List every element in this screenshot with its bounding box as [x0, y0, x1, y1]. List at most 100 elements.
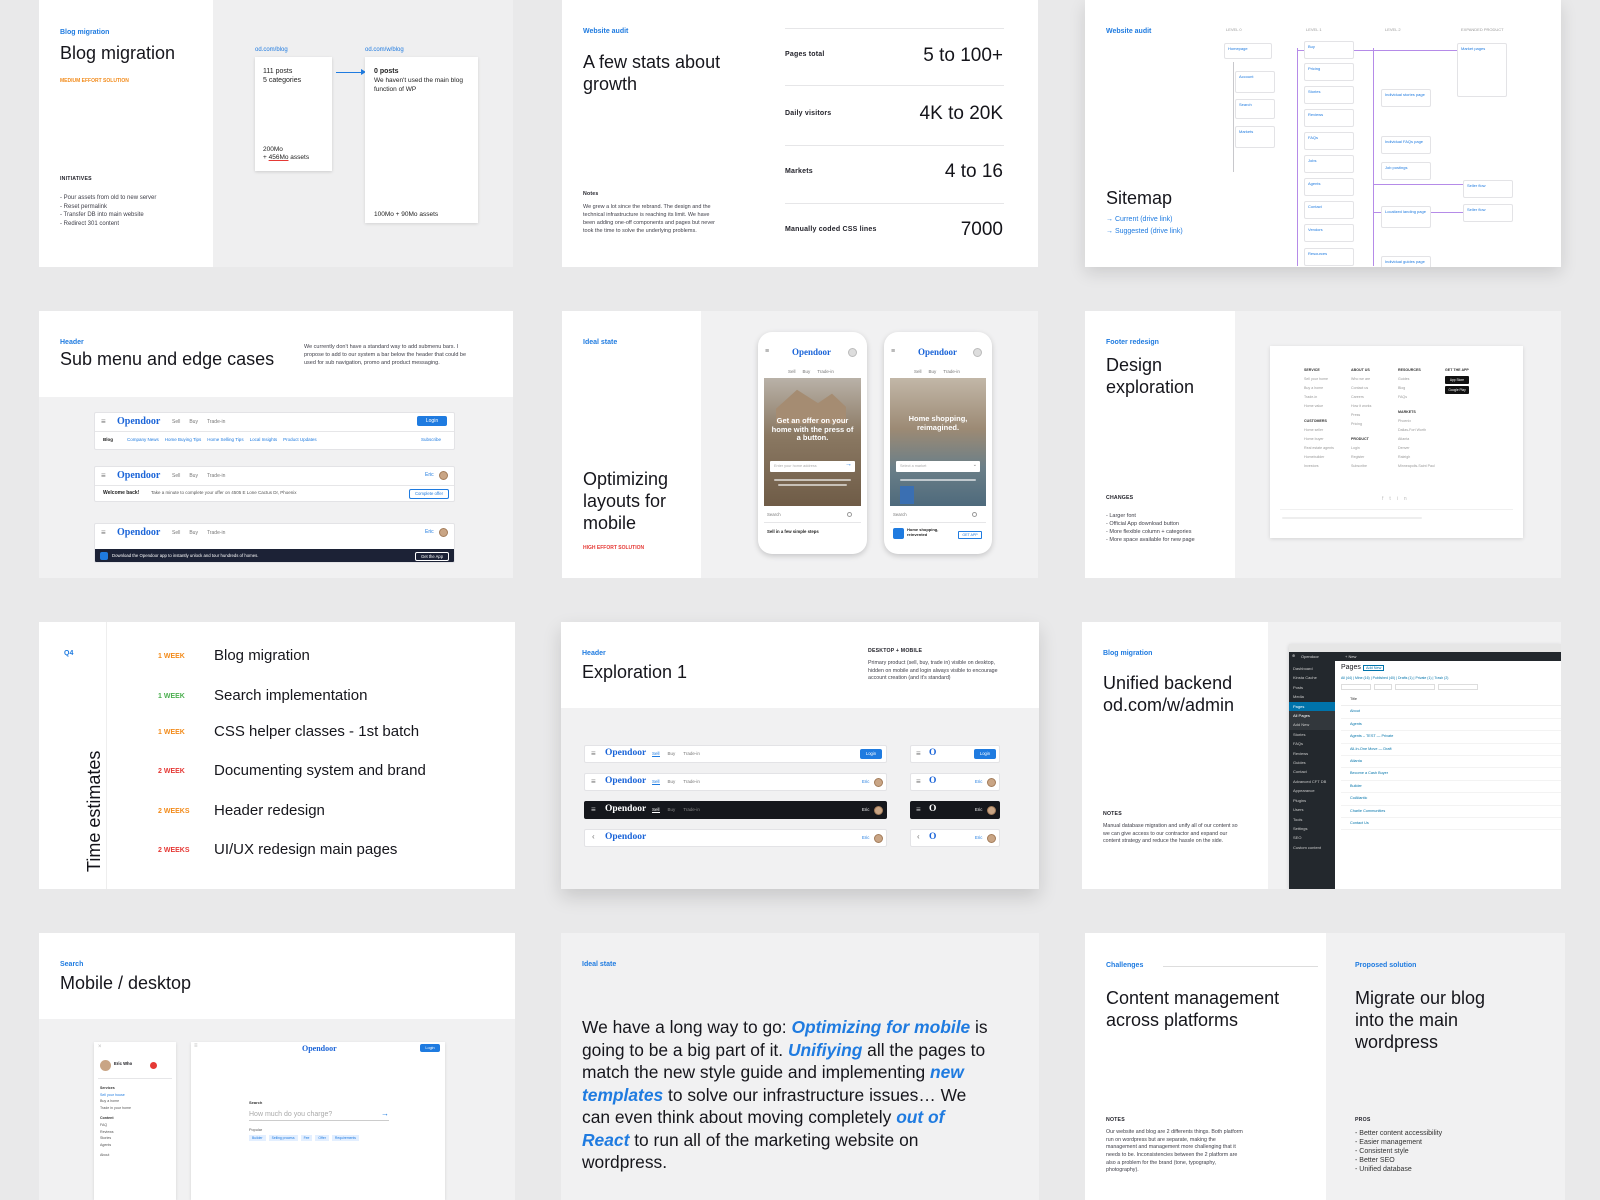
new-item-button[interactable]: + New — [1345, 654, 1356, 659]
slide-sitemap[interactable]: Website audit Sitemap → Current (drive l… — [1085, 0, 1561, 267]
search-icon[interactable] — [972, 512, 977, 517]
slide-unified-backend[interactable]: Blog migration Unified backend od.com/w/… — [1082, 622, 1561, 889]
menu-icon[interactable]: ≡ — [101, 471, 106, 480]
wp-menu-item[interactable]: Pages — [1289, 701, 1335, 712]
nav-item[interactable]: Trade-in — [817, 369, 834, 374]
login-button[interactable]: Login — [417, 416, 447, 426]
footer-link[interactable]: Home value — [1304, 402, 1334, 411]
footer-link[interactable]: Register — [1351, 453, 1371, 462]
footer-link[interactable]: Blog — [1398, 384, 1435, 393]
footer-link[interactable]: Sell your home — [1304, 375, 1334, 384]
avatar[interactable] — [987, 806, 996, 815]
sub-nav-blog[interactable]: Blog — [103, 437, 113, 442]
site-name[interactable]: Opendoor — [1301, 654, 1319, 659]
nav-item[interactable]: Buy — [929, 369, 937, 374]
nav-item[interactable]: Trade-in — [207, 530, 225, 536]
footer-link[interactable]: Contact us — [1351, 384, 1371, 393]
table-row[interactable]: Agents – TEST — Private — [1341, 731, 1561, 744]
footer-link[interactable]: Buy a home — [1304, 384, 1334, 393]
wp-menu-item[interactable]: SEO — [1293, 833, 1335, 842]
menu-item[interactable]: FAQ — [100, 1122, 131, 1129]
footer-link[interactable]: Home buyer — [1304, 435, 1334, 444]
table-row[interactable]: CoAtlantic — [1341, 793, 1561, 806]
footer-link[interactable]: Denver — [1398, 444, 1435, 453]
menu-item[interactable]: Stories — [100, 1135, 131, 1142]
table-row[interactable]: Agents — [1341, 719, 1561, 732]
suggested-link[interactable]: → Suggested (drive link) — [1106, 228, 1183, 235]
slide-search[interactable]: Search Mobile / desktop × Eric Who Servi… — [39, 933, 515, 1200]
avatar[interactable] — [987, 778, 996, 787]
menu-icon[interactable]: ≡ — [765, 348, 769, 355]
footer-link[interactable]: Who we are — [1351, 375, 1371, 384]
wp-menu-item[interactable]: Advanced CFT DB — [1293, 777, 1335, 786]
nav-item[interactable]: Buy — [668, 807, 676, 813]
sub-nav-item[interactable]: Home Selling Tips — [207, 437, 243, 442]
menu-icon[interactable]: ≡ — [591, 805, 596, 814]
table-row[interactable]: All-In-One Move — Draft — [1341, 744, 1561, 757]
wp-menu-item[interactable]: FAQs — [1293, 739, 1335, 748]
wp-menu-item[interactable]: Kinsta Cache — [1293, 673, 1335, 682]
chip[interactable]: Selling process — [268, 1135, 298, 1141]
table-row[interactable]: About — [1341, 706, 1561, 719]
nav-item[interactable]: Buy — [189, 530, 198, 536]
date-select[interactable] — [1395, 684, 1435, 690]
wp-menu-item[interactable]: Tools — [1293, 815, 1335, 824]
slide-blog-migration[interactable]: Blog migration Blog migration MEDIUM EFF… — [39, 0, 513, 267]
wp-menu-item[interactable]: Users — [1293, 805, 1335, 814]
footer-link[interactable]: Login — [1351, 444, 1371, 453]
menu-icon[interactable]: ≡ — [916, 749, 921, 758]
nav-item[interactable]: Trade-in — [683, 807, 700, 813]
footer-link[interactable]: Minneapolis-Saint Paul — [1398, 462, 1435, 471]
close-icon[interactable]: × — [98, 1044, 102, 1050]
avatar[interactable] — [848, 348, 857, 357]
chevron-down-icon[interactable]: ⌄ — [973, 462, 977, 468]
get-app-button[interactable]: Get the App — [415, 552, 449, 561]
apply-button[interactable] — [1374, 684, 1392, 690]
arrow-right-icon[interactable]: → — [845, 461, 852, 468]
seo-select[interactable] — [1438, 684, 1478, 690]
wp-menu-item[interactable]: Settings — [1293, 824, 1335, 833]
complete-offer-button[interactable]: Complete offer — [409, 489, 449, 499]
footer-link[interactable]: Pricing — [1351, 420, 1371, 429]
slide-mobile-layouts[interactable]: Ideal state Optimizing layouts for mobil… — [562, 311, 1038, 578]
menu-icon[interactable]: ≡ — [194, 1043, 198, 1049]
menu-icon[interactable]: ≡ — [101, 528, 106, 537]
menu-icon[interactable]: ≡ — [591, 777, 596, 786]
market-select[interactable]: Select a market ⌄ — [896, 461, 980, 472]
slide-growth-stats[interactable]: Website audit A few stats about growth N… — [562, 0, 1038, 267]
wp-menu-item[interactable]: Stories — [1293, 730, 1335, 739]
table-row[interactable]: Become a Cash Buyer — [1341, 768, 1561, 781]
footer-link[interactable]: Raleigh — [1398, 453, 1435, 462]
footer-link[interactable]: Trade-in — [1304, 393, 1334, 402]
nav-item[interactable]: Buy — [189, 419, 198, 425]
chip[interactable]: Requirements — [331, 1135, 359, 1141]
chip[interactable]: Fee — [300, 1135, 313, 1141]
nav-item[interactable]: Sell — [788, 369, 796, 374]
slide-ideal-state[interactable]: Ideal state We have a long way to go: Op… — [561, 933, 1039, 1200]
footer-link[interactable]: Homebuilder — [1304, 453, 1334, 462]
nav-item[interactable]: Trade-in — [683, 751, 700, 757]
wp-submenu-item[interactable]: Add New — [1289, 720, 1335, 730]
footer-link[interactable]: Careers — [1351, 393, 1371, 402]
nav-item[interactable]: Trade-in — [943, 369, 960, 374]
search-input[interactable]: How much do you charge? → — [249, 1109, 389, 1121]
login-button[interactable]: Login — [420, 1044, 440, 1052]
sub-nav-item[interactable]: Local Insights — [250, 437, 278, 442]
nav-item[interactable]: Sell — [652, 751, 660, 757]
menu-item[interactable]: Sell your house — [100, 1092, 131, 1099]
back-chevron-icon[interactable]: ‹ — [917, 832, 920, 841]
search-label[interactable]: Search — [893, 512, 907, 518]
footer-link[interactable]: Guides — [1398, 375, 1435, 384]
footer-link[interactable]: Press — [1351, 411, 1371, 420]
footer-link[interactable]: Atlanta — [1398, 435, 1435, 444]
footer-link[interactable]: How it works — [1351, 402, 1371, 411]
avatar[interactable] — [874, 834, 883, 843]
table-row[interactable]: Contact Us — [1341, 818, 1561, 831]
menu-icon[interactable]: ≡ — [891, 348, 895, 355]
nav-item[interactable]: Trade-in — [683, 779, 700, 785]
wp-menu-item[interactable]: Guides — [1293, 758, 1335, 767]
nav-item[interactable]: Sell — [172, 473, 180, 479]
wp-menu-item[interactable]: Appearance — [1293, 786, 1335, 795]
wp-submenu-item[interactable]: All Pages — [1289, 711, 1335, 721]
wp-menu-item[interactable]: Dashboard — [1293, 664, 1335, 673]
